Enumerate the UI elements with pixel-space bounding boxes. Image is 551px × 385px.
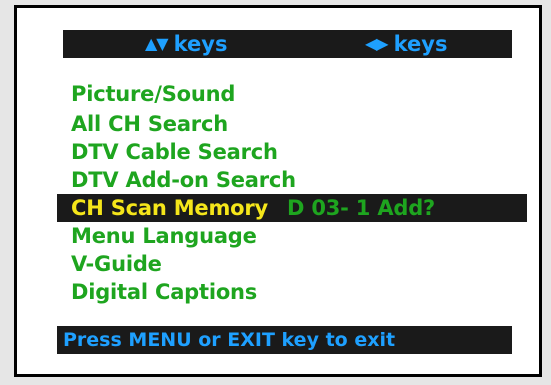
menu-item-ch-scan-memory[interactable]: CH Scan Memory D 03- 1 Add? bbox=[57, 194, 527, 222]
ch-scan-memory-value: D 03- 1 Add? bbox=[287, 196, 436, 220]
menu-item-picture-sound[interactable]: Picture/Sound bbox=[57, 80, 527, 108]
tv-frame: ▲▼ keys ◀▶ keys Picture/Sound All CH Sea… bbox=[0, 0, 551, 385]
menu-item-v-guide[interactable]: V-Guide bbox=[57, 250, 527, 278]
exit-hint-bar: Press MENU or EXIT key to exit bbox=[57, 326, 512, 354]
leftright-keys-label: keys bbox=[393, 32, 448, 56]
left-right-arrows-icon: ◀▶ bbox=[365, 34, 389, 53]
up-down-arrows-icon: ▲▼ bbox=[145, 34, 169, 53]
leftright-keys-hint: ◀▶ keys bbox=[365, 31, 447, 57]
setup-menu: Picture/Sound All CH Search DTV Cable Se… bbox=[57, 80, 527, 306]
updown-keys-label: keys bbox=[173, 32, 228, 56]
tv-screen: ▲▼ keys ◀▶ keys Picture/Sound All CH Sea… bbox=[14, 5, 542, 377]
menu-item-digital-captions[interactable]: Digital Captions bbox=[57, 278, 527, 306]
menu-item-ch-scan-memory-label: CH Scan Memory bbox=[71, 196, 268, 220]
updown-keys-hint: ▲▼ keys bbox=[145, 31, 227, 57]
menu-item-dtv-add-on-search[interactable]: DTV Add-on Search bbox=[57, 166, 527, 194]
menu-item-menu-language[interactable]: Menu Language bbox=[57, 222, 527, 250]
key-hint-bar: ▲▼ keys ◀▶ keys bbox=[63, 30, 512, 58]
menu-item-all-ch-search[interactable]: All CH Search bbox=[57, 110, 527, 138]
menu-item-dtv-cable-search[interactable]: DTV Cable Search bbox=[57, 138, 527, 166]
